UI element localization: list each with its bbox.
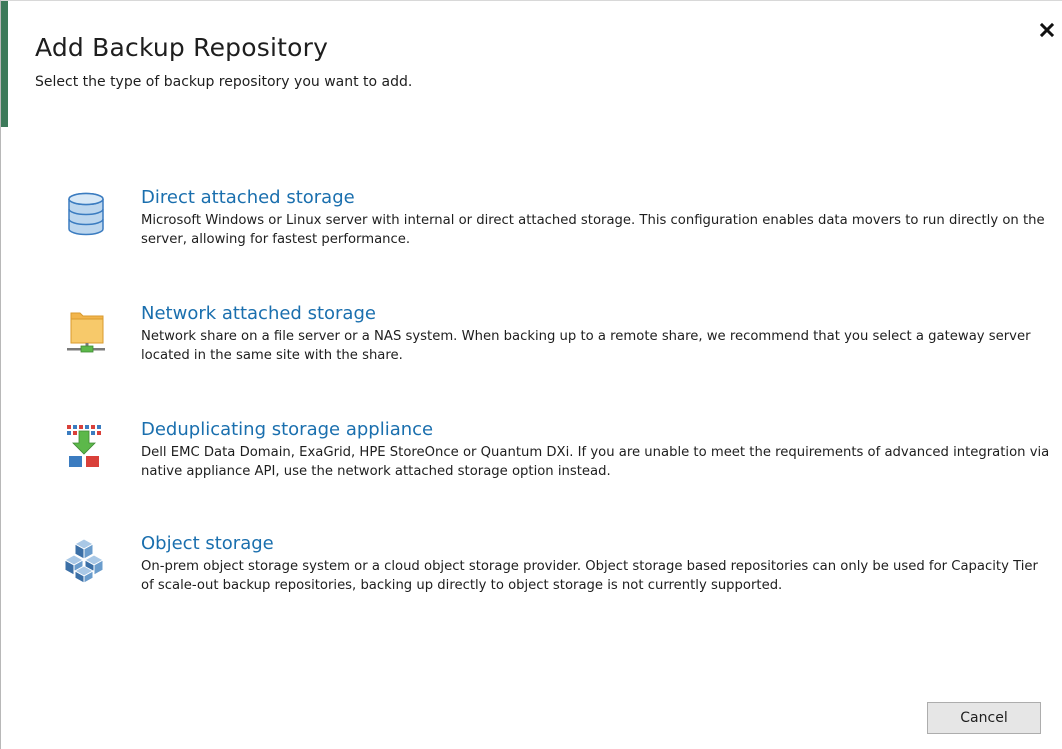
accent-bar [1,1,8,127]
close-button[interactable] [1036,19,1058,41]
option-description: Dell EMC Data Domain, ExaGrid, HPE Store… [141,445,1050,479]
add-backup-repository-dialog: Add Backup Repository Select the type of… [0,0,1062,749]
network-folder-icon [67,312,105,353]
option-description: Microsoft Windows or Linux server with i… [141,213,1045,247]
option-label: Direct attached storage [141,187,355,208]
dialog-subtitle: Select the type of backup repository you… [35,74,413,90]
object-storage-icon [65,538,105,583]
option-description: On-prem object storage system or a cloud… [141,559,1038,593]
deduplication-icon [67,425,101,467]
close-icon [1039,22,1055,38]
dialog-title: Add Backup Repository [35,33,329,62]
database-icon [68,192,104,236]
option-label: Object storage [141,533,274,554]
option-label: Deduplicating storage appliance [141,419,434,440]
cancel-button[interactable]: Cancel [927,702,1041,734]
option-description: Network share on a file server or a NAS … [141,329,1031,363]
option-label: Network attached storage [141,303,376,324]
